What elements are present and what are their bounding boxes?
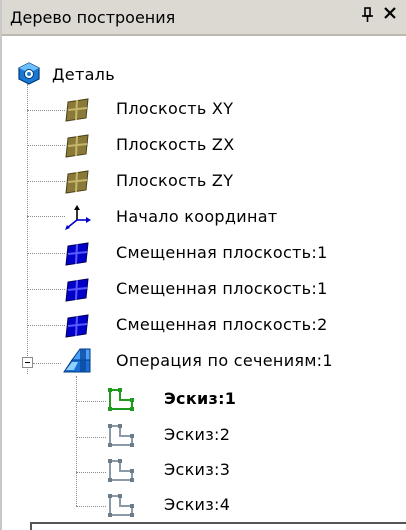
tree-item-label: Эскиз:2	[164, 425, 231, 444]
tree-item-label: Эскиз:1	[164, 389, 237, 408]
plane-icon	[62, 96, 92, 124]
tree-item-label: Плоскость XY	[116, 99, 234, 118]
tree-item-plane-zx[interactable]: Плоскость ZX	[62, 132, 362, 158]
loft-operation-icon	[62, 346, 92, 374]
tree-connector	[27, 289, 65, 290]
tree-panel: Дерево построения Деталь Плоскость XY Пл…	[0, 0, 406, 530]
tree-connector	[76, 472, 106, 473]
tree-item-label: Эскиз:4	[164, 495, 231, 514]
tree-item-plane-zy[interactable]: Плоскость ZY	[62, 168, 362, 194]
sketch-icon	[106, 422, 136, 450]
tree-connector	[76, 437, 106, 438]
sketch-icon	[106, 492, 136, 520]
tree-item-origin[interactable]: Начало координат	[62, 204, 382, 230]
tree-item-sketch[interactable]: Эскиз:1	[106, 386, 306, 412]
tree-item-label: Начало координат	[116, 207, 278, 226]
tree-item-label: Деталь	[52, 65, 115, 84]
sketch-icon	[106, 386, 136, 414]
tree-item-label: Смещенная плоскость:1	[116, 243, 328, 262]
close-icon[interactable]	[383, 5, 397, 25]
tree-connector	[27, 216, 65, 217]
tree-item-offset-plane[interactable]: Смещенная плоскость:1	[62, 276, 402, 302]
tree-item-plane-xy[interactable]: Плоскость XY	[62, 96, 362, 122]
tree-item-sketch[interactable]: Эскиз:3	[106, 457, 306, 483]
offset-plane-icon	[62, 312, 92, 340]
tree-item-offset-plane[interactable]: Смещенная плоскость:1	[62, 240, 402, 266]
build-tree: Деталь Плоскость XY Плоскость ZX Плоскос…	[2, 36, 406, 530]
tree-item-label: Эскиз:3	[164, 460, 231, 479]
sketch-icon	[106, 457, 136, 485]
tree-connector	[27, 145, 65, 146]
panel-titlebar: Дерево построения	[2, 0, 406, 36]
pin-icon[interactable]	[361, 7, 375, 27]
tree-connector	[27, 84, 28, 374]
horizontal-scrollbar-edge[interactable]	[30, 522, 406, 530]
tree-connector	[76, 376, 77, 506]
tree-item-offset-plane[interactable]: Смещенная плоскость:2	[62, 312, 402, 338]
offset-plane-icon	[62, 240, 92, 268]
tree-item-label: Плоскость ZX	[116, 135, 235, 154]
tree-connector	[27, 181, 65, 182]
tree-connector	[76, 506, 106, 507]
plane-icon	[62, 132, 92, 160]
part-icon	[16, 60, 46, 88]
tree-root-part[interactable]: Деталь	[16, 62, 216, 88]
tree-connector	[76, 401, 106, 402]
axes-icon	[62, 204, 92, 232]
tree-connector	[33, 363, 61, 364]
tree-connector	[27, 253, 65, 254]
tree-item-label: Смещенная плоскость:2	[116, 315, 328, 334]
tree-item-label: Операция по сечениям:1	[116, 351, 333, 370]
tree-item-label: Плоскость ZY	[116, 171, 234, 190]
offset-plane-icon	[62, 276, 92, 304]
tree-connector	[27, 325, 65, 326]
tree-item-sketch[interactable]: Эскиз:2	[106, 422, 306, 448]
tree-item-sketch[interactable]: Эскиз:4	[106, 492, 306, 518]
tree-item-label: Смещенная плоскость:1	[116, 279, 328, 298]
panel-title: Дерево построения	[10, 8, 176, 27]
tree-item-loft-operation[interactable]: Операция по сечениям:1	[62, 348, 402, 374]
tree-connector	[27, 110, 65, 111]
collapse-toggle[interactable]	[22, 357, 33, 368]
plane-icon	[62, 168, 92, 196]
